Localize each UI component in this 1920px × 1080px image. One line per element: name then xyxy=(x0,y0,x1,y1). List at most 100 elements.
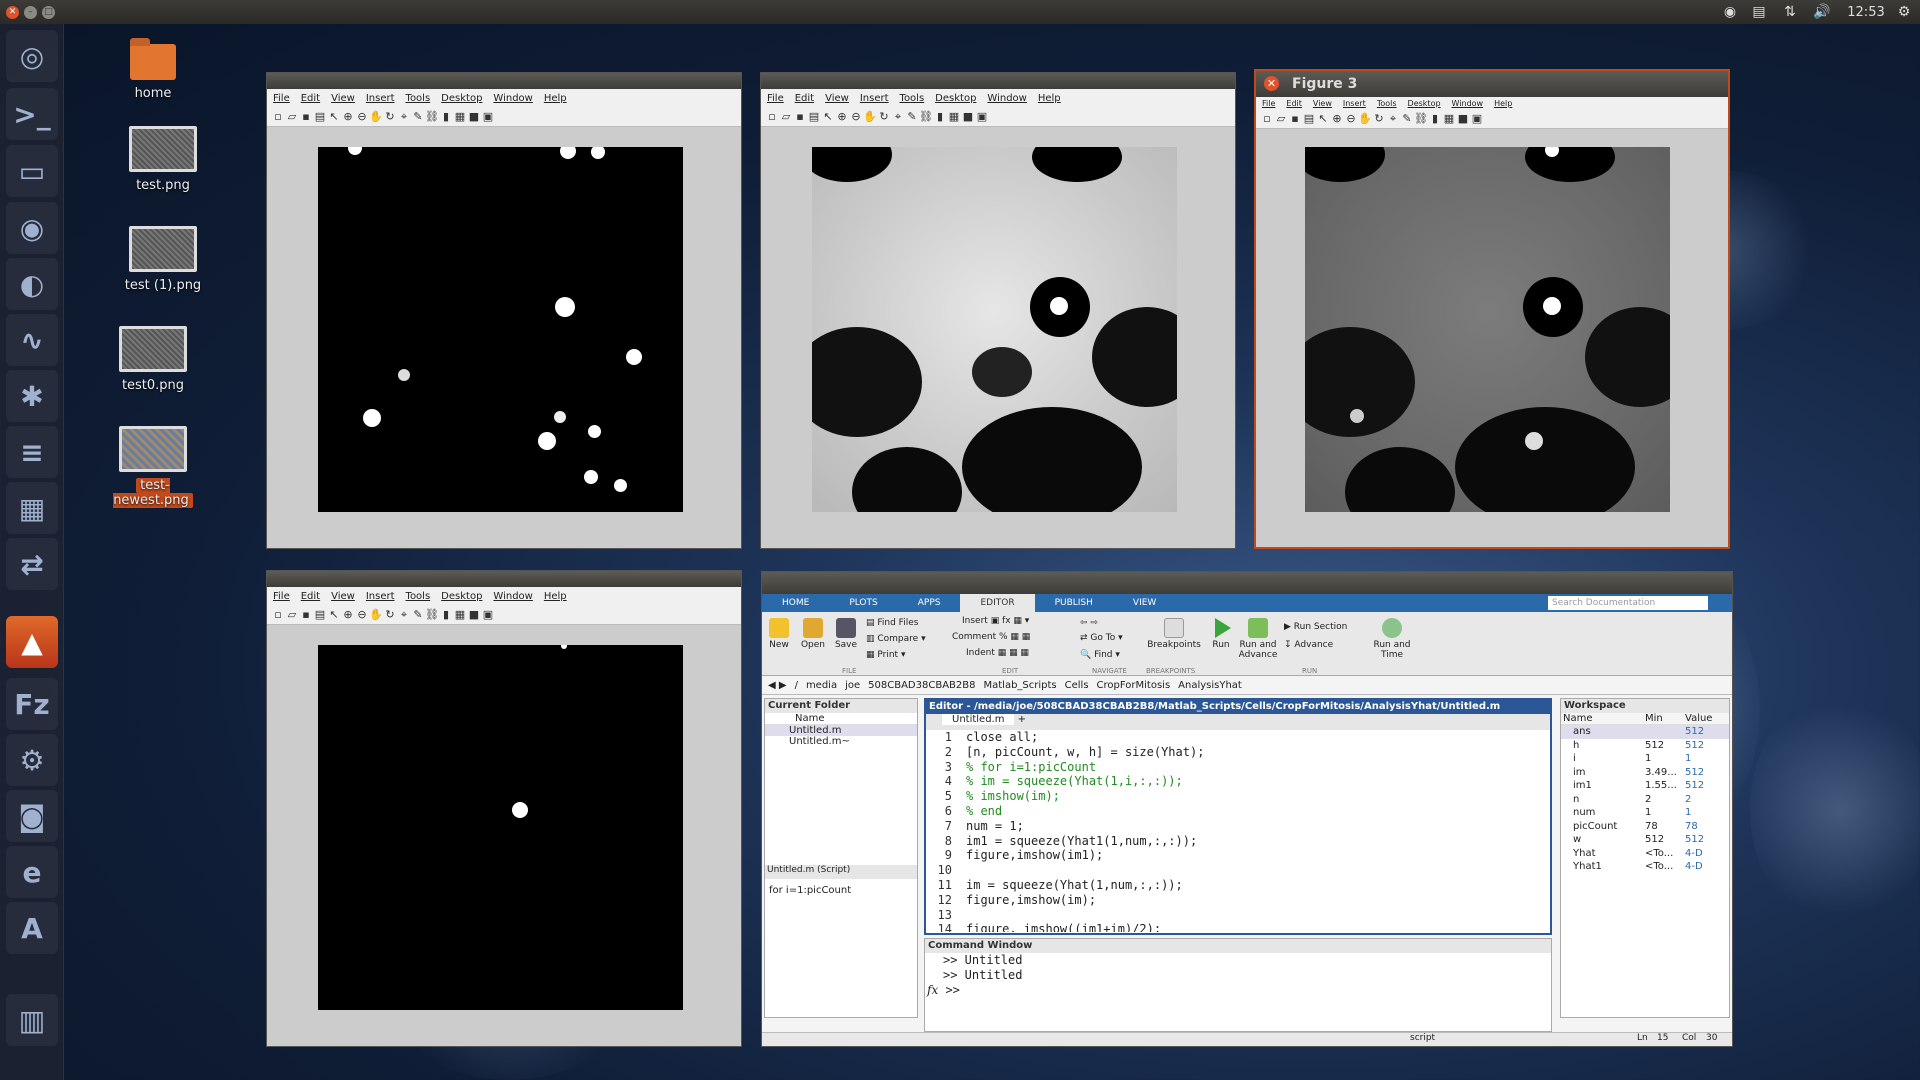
legend-icon[interactable]: ▦ xyxy=(947,110,961,123)
rotate-icon[interactable]: ↻ xyxy=(383,110,397,123)
menu-tools[interactable]: Tools xyxy=(406,591,431,602)
menu-file[interactable]: File xyxy=(767,93,784,104)
menu-tools[interactable]: Tools xyxy=(900,93,925,104)
system-monitor-icon[interactable]: ∿ xyxy=(6,314,58,366)
minimize-icon[interactable]: – xyxy=(24,5,37,19)
menu-help[interactable]: Help xyxy=(1494,99,1512,108)
legend-icon[interactable]: ▦ xyxy=(453,110,467,123)
advance-button[interactable]: ↧ Advance xyxy=(1284,640,1364,650)
column-header[interactable]: Name xyxy=(1561,713,1643,724)
save-icon[interactable]: ▪ xyxy=(299,110,313,123)
datacursor-icon[interactable]: ⌖ xyxy=(397,608,411,622)
column-header[interactable]: Min xyxy=(1643,713,1683,724)
desktop-icon-test-newest-png[interactable]: test-newest.png xyxy=(103,426,203,508)
sync-icon[interactable]: ◉ xyxy=(1720,0,1740,24)
rotate-icon[interactable]: ↻ xyxy=(383,608,397,621)
calc-icon[interactable]: ▦ xyxy=(6,482,58,534)
workspace-row[interactable]: h 512 512 xyxy=(1561,739,1729,753)
menu-desktop[interactable]: Desktop xyxy=(1408,99,1441,108)
pointer-icon[interactable]: ↖ xyxy=(327,608,341,621)
print-button[interactable]: ▦ Print ▾ xyxy=(866,650,936,660)
open-icon[interactable]: ▱ xyxy=(779,110,793,123)
datacursor-icon[interactable]: ⌖ xyxy=(891,110,905,124)
save-icon[interactable]: ▪ xyxy=(793,110,807,123)
code-line[interactable]: 14 figure, imshow((im1+im)/2); xyxy=(930,922,1550,932)
path-7[interactable]: AnalysisYhat xyxy=(1178,680,1242,691)
editor-tab[interactable]: Untitled.m + xyxy=(926,714,1550,730)
fx-icon[interactable]: fx xyxy=(927,983,938,997)
terminal-icon[interactable]: >_ xyxy=(6,88,58,140)
brush-icon[interactable]: ✎ xyxy=(1400,112,1414,125)
compare-button[interactable]: ▥ Compare ▾ xyxy=(866,634,936,644)
new-tab-icon[interactable]: + xyxy=(1018,714,1026,725)
rotate-icon[interactable]: ↻ xyxy=(1372,112,1386,125)
workspace-row[interactable]: i 1 1 xyxy=(1561,752,1729,766)
column-header[interactable]: Value xyxy=(1683,713,1723,724)
pan-icon[interactable]: ✋ xyxy=(1358,112,1372,125)
find-files-button[interactable]: ▤ Find Files xyxy=(866,618,936,628)
print-icon[interactable]: ▤ xyxy=(313,608,327,621)
menu-view[interactable]: View xyxy=(331,591,355,602)
workspace-row[interactable]: im1 1.55... 512 xyxy=(1561,779,1729,793)
menu-view[interactable]: View xyxy=(331,93,355,104)
zoom-out-icon[interactable]: ⊖ xyxy=(355,608,369,621)
tab-apps[interactable]: APPS xyxy=(898,594,961,612)
camera-icon[interactable]: ◙ xyxy=(6,790,58,842)
code-line[interactable]: 12 figure,imshow(im); xyxy=(930,893,1550,908)
desktop-icon-test1-png[interactable]: test (1).png xyxy=(113,226,213,293)
show-tools-icon[interactable]: ▣ xyxy=(975,110,989,123)
menu-tools[interactable]: Tools xyxy=(406,93,431,104)
figure-title[interactable] xyxy=(761,73,1235,89)
save-button[interactable]: Save xyxy=(832,618,860,650)
settings-gear-icon[interactable]: ⚙ xyxy=(1892,0,1916,24)
address-bar[interactable]: ◀ ▶ / media joe 508CBAD38CBAB2B8 Matlab_… xyxy=(762,677,1732,695)
datacursor-icon[interactable]: ⌖ xyxy=(397,110,411,124)
zoom-out-icon[interactable]: ⊖ xyxy=(355,110,369,123)
run-button[interactable]: Run xyxy=(1208,618,1234,650)
nav-arrows-icon[interactable]: ◀ ▶ xyxy=(768,680,787,691)
menu-edit[interactable]: Edit xyxy=(301,93,320,104)
code-line[interactable]: 3 % for i=1:picCount xyxy=(930,760,1550,775)
breakpoints-button[interactable]: Breakpoints xyxy=(1146,618,1202,650)
desktop-icon-home[interactable]: home xyxy=(103,38,203,101)
image-axes[interactable] xyxy=(1305,147,1670,512)
hide-tools-icon[interactable]: ■ xyxy=(467,110,481,123)
menu-insert[interactable]: Insert xyxy=(366,93,395,104)
pointer-icon[interactable]: ↖ xyxy=(821,110,835,123)
menu-file[interactable]: File xyxy=(1262,99,1275,108)
network-icon[interactable]: ⇅ xyxy=(1780,0,1800,24)
zoom-in-icon[interactable]: ⊕ xyxy=(835,110,849,123)
path-3[interactable]: 508CBAD38CBAB2B8 xyxy=(868,680,975,691)
code-line[interactable]: 1 close all; xyxy=(930,730,1550,745)
new-figure-icon[interactable]: ▫ xyxy=(1260,112,1274,125)
menu-view[interactable]: View xyxy=(825,93,849,104)
zoom-in-icon[interactable]: ⊕ xyxy=(341,110,355,123)
image-axes[interactable] xyxy=(812,147,1177,512)
menu-window[interactable]: Window xyxy=(493,93,532,104)
menu-desktop[interactable]: Desktop xyxy=(935,93,976,104)
menu-edit[interactable]: Edit xyxy=(301,591,320,602)
volume-icon[interactable]: 🔊 xyxy=(1810,0,1834,24)
pan-icon[interactable]: ✋ xyxy=(863,110,877,123)
code-line[interactable]: 6 % end xyxy=(930,804,1550,819)
maximize-icon[interactable]: □ xyxy=(42,5,55,19)
run-section-button[interactable]: ▶ Run Section xyxy=(1284,622,1364,632)
back-forward-buttons[interactable]: ⇦ ⇨ xyxy=(1080,618,1120,628)
figure-title[interactable] xyxy=(267,73,741,89)
print-icon[interactable]: ▤ xyxy=(313,110,327,123)
workspace-row[interactable]: picCount 78 78 xyxy=(1561,820,1729,834)
path-2[interactable]: joe xyxy=(845,680,860,691)
matlab-window[interactable]: HOME PLOTS APPS EDITOR PUBLISH VIEW Sear… xyxy=(761,571,1733,1047)
close-icon[interactable]: ✕ xyxy=(1264,76,1279,91)
open-icon[interactable]: ▱ xyxy=(1274,112,1288,125)
tab-publish[interactable]: PUBLISH xyxy=(1035,594,1113,612)
code-line[interactable]: 10 xyxy=(930,863,1550,878)
pan-icon[interactable]: ✋ xyxy=(369,110,383,123)
brush-icon[interactable]: ✎ xyxy=(905,110,919,123)
colorbar-icon[interactable]: ▮ xyxy=(439,608,453,621)
go-to-button[interactable]: ⇄ Go To ▾ xyxy=(1080,633,1150,643)
print-icon[interactable]: ▤ xyxy=(1302,112,1316,125)
zoom-in-icon[interactable]: ⊕ xyxy=(341,608,355,621)
tab-plots[interactable]: PLOTS xyxy=(829,594,897,612)
brush-icon[interactable]: ✎ xyxy=(411,608,425,621)
